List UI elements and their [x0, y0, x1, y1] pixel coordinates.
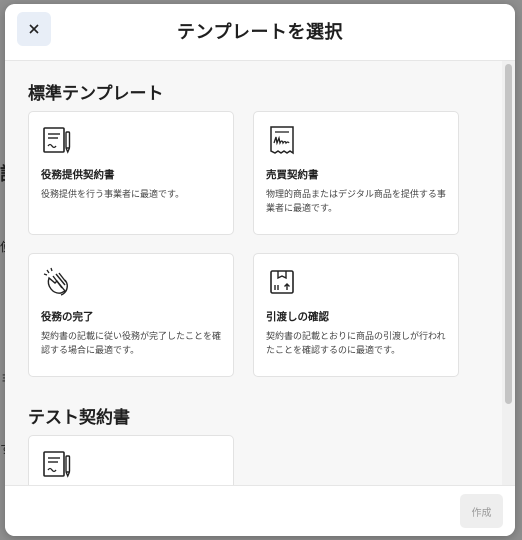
- modal-body: 標準テンプレート 役務提供契約書 役務提供を行う事業者に最適です。 売買契約書: [5, 61, 515, 485]
- template-card-service-contract[interactable]: 役務提供契約書 役務提供を行う事業者に最適です。: [28, 111, 234, 235]
- receipt-signature-icon: [270, 126, 294, 155]
- create-button[interactable]: 作成: [460, 494, 503, 528]
- card-description: 契約書の記載に従い役務が完了したことを確認する場合に最適です。: [41, 332, 222, 356]
- scrollbar-thumb[interactable]: [505, 64, 512, 404]
- template-card-delivery-confirmation[interactable]: 引渡しの確認 契約書の記載とおりに商品の引渡しが行われたことを確認するのに最適で…: [253, 253, 459, 377]
- card-description: 契約書の記載とおりに商品の引渡しが行われたことを確認するのに最適です。: [266, 332, 446, 356]
- card-title: 役務提供契約書: [41, 169, 115, 181]
- contract-pen-icon: [43, 451, 71, 478]
- template-card-service-completion[interactable]: 役務の完了 契約書の記載に従い役務が完了したことを確認する場合に最適です。: [28, 253, 234, 377]
- template-select-modal: テンプレートを選択 標準テンプレート 役務提供契約書 役務提供を行う事業者に最適…: [5, 4, 515, 536]
- template-card-sales-contract[interactable]: 売買契約書 物理的商品またはデジタル商品を提供する事業者に最適です。: [253, 111, 459, 235]
- modal-header: テンプレートを選択: [5, 4, 515, 61]
- card-description: 物理的商品またはデジタル商品を提供する事業者に最適です。: [266, 190, 446, 214]
- modal-footer: 作成: [5, 485, 515, 536]
- modal-title: テンプレートを選択: [177, 22, 343, 43]
- section-title-test: テスト契約書: [28, 408, 130, 428]
- card-description: 役務提供を行う事業者に最適です。: [41, 190, 185, 200]
- card-title: 引渡しの確認: [266, 311, 329, 323]
- card-title: 役務の完了: [41, 311, 94, 323]
- package-delivery-icon: [270, 270, 294, 294]
- contract-pen-icon: [43, 127, 71, 154]
- card-title: 売買契約書: [266, 169, 319, 181]
- section-title-standard: 標準テンプレート: [28, 84, 164, 104]
- clapping-hands-icon: [43, 267, 68, 296]
- template-card-test-contract[interactable]: [28, 435, 234, 485]
